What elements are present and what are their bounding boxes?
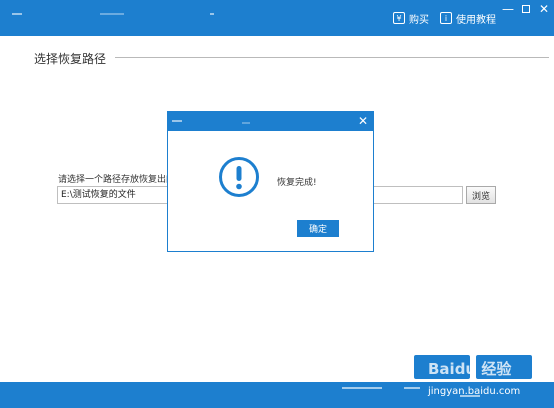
- footer-text-blurred: [404, 387, 420, 389]
- path-label: 请选择一个路径存放恢复出的文: [58, 175, 185, 185]
- dialog-title-bar: ✕: [168, 112, 373, 131]
- tutorial-label: 使用教程: [456, 14, 496, 26]
- baidu-watermark: Baidu 经验: [428, 360, 512, 378]
- section-title: 选择恢复路径: [34, 52, 107, 66]
- app-title-blurred: [100, 13, 124, 15]
- cart-icon: ¥: [393, 12, 405, 24]
- exclamation-icon: [219, 157, 259, 197]
- tutorial-button[interactable]: i 使用教程: [440, 9, 496, 27]
- close-button[interactable]: ✕: [536, 1, 552, 17]
- browse-button[interactable]: 浏览: [466, 186, 496, 204]
- ok-button[interactable]: 确定: [297, 220, 339, 237]
- completion-dialog: ✕ 恢复完成! 确定: [167, 111, 374, 252]
- watermark-url: jingyan.baidu.com: [428, 386, 521, 397]
- minimize-button[interactable]: —: [500, 1, 516, 17]
- close-icon: ✕: [538, 2, 550, 16]
- footer-text-blurred: [342, 387, 382, 389]
- buy-button[interactable]: ¥ 购买: [393, 9, 429, 27]
- title-bar: ¥ 购买 i 使用教程 — ✕: [0, 0, 554, 36]
- dialog-title-blurred: [242, 122, 250, 124]
- book-icon: i: [440, 12, 452, 24]
- section-divider: [115, 57, 549, 58]
- dialog-message: 恢复完成!: [277, 178, 317, 188]
- app-title-blurred: [210, 13, 214, 15]
- app-title-blurred: [12, 13, 22, 15]
- close-icon: ✕: [357, 114, 369, 128]
- dialog-title-blurred: [172, 120, 182, 122]
- buy-label: 购买: [409, 14, 429, 26]
- minimize-icon: —: [502, 2, 514, 16]
- maximize-icon: [522, 5, 530, 13]
- maximize-button[interactable]: [518, 1, 534, 17]
- dialog-close-button[interactable]: ✕: [356, 113, 370, 129]
